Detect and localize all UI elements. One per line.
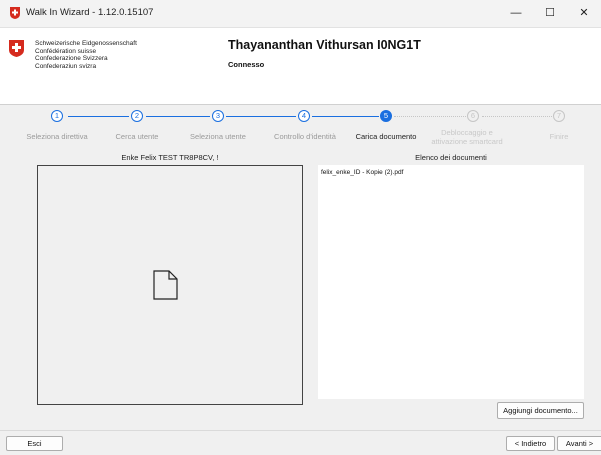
step-connector [312,116,379,117]
step-1-circle: 1 [51,110,63,122]
confed-line: Schweizerische Eidgenossenschaft [35,40,137,47]
step-connector [394,116,466,117]
step-3-label: Seleziona utente [190,132,246,141]
step-connector [146,116,210,117]
step-connector [226,116,296,117]
step-1-label: Seleziona direttiva [26,132,88,141]
exit-button[interactable]: Esci [6,436,63,451]
step-connector [482,116,552,117]
step-2-circle: 2 [131,110,143,122]
step-4-label: Controllo d'identità [274,132,336,141]
step-5-circle: 5 [380,110,392,122]
step-4-circle: 4 [298,110,310,122]
documents-title: Elenco dei documenti [415,153,487,162]
connection-status: Connesso [228,60,265,69]
list-item[interactable]: felix_enke_ID - Kopie (2).pdf [321,169,403,176]
confed-line: Confederaziun svizra [35,62,97,70]
document-preview [37,165,303,405]
title-bar: Walk In Wizard - 1.12.0.15107 — ☐ ✕ [0,0,601,28]
minimize-button[interactable]: — [499,0,533,27]
app-icon [10,7,20,19]
step-3-circle: 3 [212,110,224,122]
close-button[interactable]: ✕ [567,0,601,27]
window-title: Walk In Wizard - 1.12.0.15107 [26,7,154,18]
step-connector [68,116,129,117]
document-list: felix_enke_ID - Kopie (2).pdf [318,165,584,399]
user-name: Thayananthan Vithursan I0NG1T [228,38,421,52]
next-button[interactable]: Avanti > [557,436,601,451]
document-icon [153,270,178,300]
back-button[interactable]: < Indietro [506,436,555,451]
confederation-text: Schweizerische Eidgenossenschaft Confédé… [35,40,137,70]
preview-title: Enke Felix TEST TR8P8CV, ! [121,153,219,162]
step-7-circle: 7 [553,110,565,122]
add-document-button[interactable]: Aggiungi documento... [497,402,584,419]
step-6-label: Debloccaggio e attivazione smartcard [431,128,503,146]
maximize-button[interactable]: ☐ [533,0,567,27]
step-5-label: Carica documento [355,132,417,141]
step-2-label: Cerca utente [115,132,159,141]
swiss-flag-icon [9,40,24,57]
step-6-circle: 6 [467,110,479,122]
confed-line: Confédération suisse [35,47,97,55]
step-7-label: Finire [549,132,569,141]
confed-line: Confederazione Svizzera [35,55,108,63]
header-banner: Schweizerische Eidgenossenschaft Confédé… [0,28,601,105]
